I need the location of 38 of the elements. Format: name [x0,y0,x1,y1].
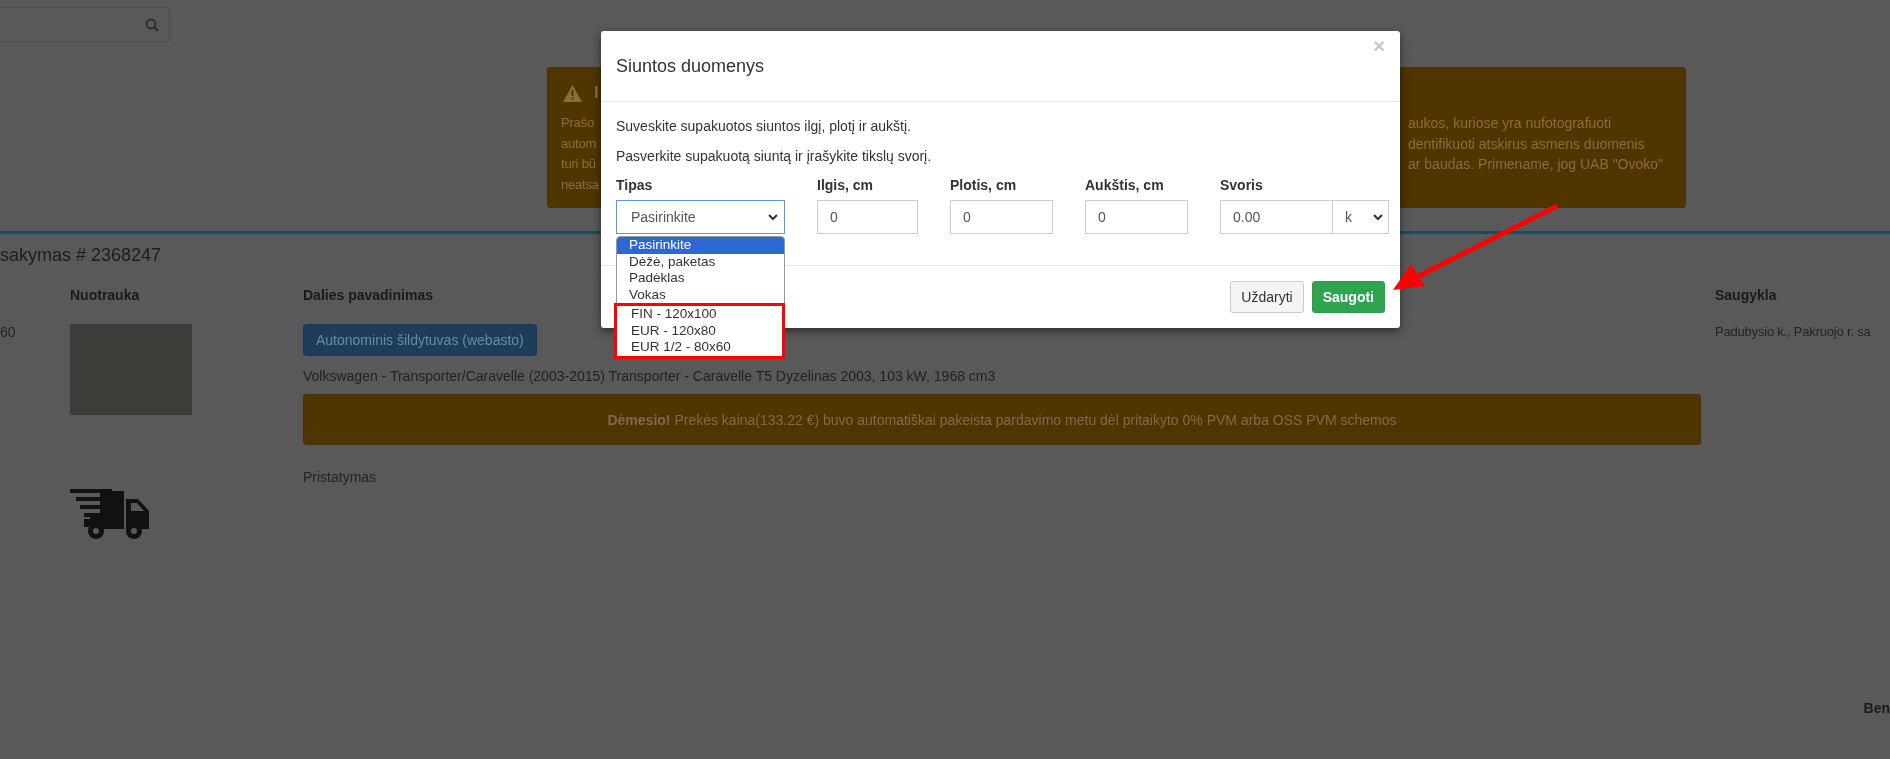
field-label: Ilgis, cm [817,177,875,193]
select-value: k [1345,209,1352,225]
input-field[interactable]: 0.00 [1220,200,1333,234]
notice-text: dentifikuoti atskirus asmens duomenis [1408,134,1646,154]
warning-icon [563,84,582,102]
notice-title: I [594,83,599,103]
notice-text: ar baudas. Primename, jog UAB "Ovoko" [1408,155,1665,174]
dropdown-option[interactable]: Pasirinkite [617,237,784,254]
notice-text: aukos, kuriose yra nufotografuoti [1408,114,1613,133]
instruction-text: Suveskite supakuotos siuntos ilgį, plotį ir aukštį. [616,117,912,135]
notice-text: autom [561,134,598,153]
field-label: Svoris [1220,177,1264,193]
search-icon [145,17,159,32]
table-footer-label: Ben [1863,700,1890,716]
unit-select[interactable]: k [1333,200,1389,234]
input-field[interactable]: 0 [817,200,918,234]
column-header: Dalies pavadinimas [303,287,433,303]
close-dialog-button[interactable]: Uždaryti [1230,281,1304,313]
column-header: Nuotrauka [70,287,140,303]
column-header: Saugykla [1715,287,1777,303]
input-field[interactable]: 0 [950,200,1053,234]
modal-title: Siuntos duomenys [616,55,765,77]
input-field[interactable]: 0 [1085,200,1188,234]
alert-text: Dėmesio! Prekės kaina(133.22 €) buvo automatiškai pakeista pardavimo metu dėl pritaikyto 0% PVM arba OSS PVM schemos [607,411,1397,428]
notice-text: Prašo [561,114,595,132]
type-select[interactable]: Pasirinkite [616,200,785,234]
order-title: sakymas # 2368247 [0,244,162,266]
notice-text: neatsa [561,175,599,194]
notice-text: turi bū [561,155,597,173]
truck-icon [70,489,151,539]
field-label: Aukštis, cm [1085,177,1165,193]
field-label: Plotis, cm [950,177,1018,193]
caret-icon [1373,213,1383,221]
caret-icon [768,213,778,221]
instruction-text: Pasverkite supakuotą siuntą ir įrašykite tikslų svorį. [616,147,933,165]
select-value: Pasirinkite [631,209,696,225]
field-label: Tipas [616,177,654,193]
search-field[interactable] [0,7,170,42]
